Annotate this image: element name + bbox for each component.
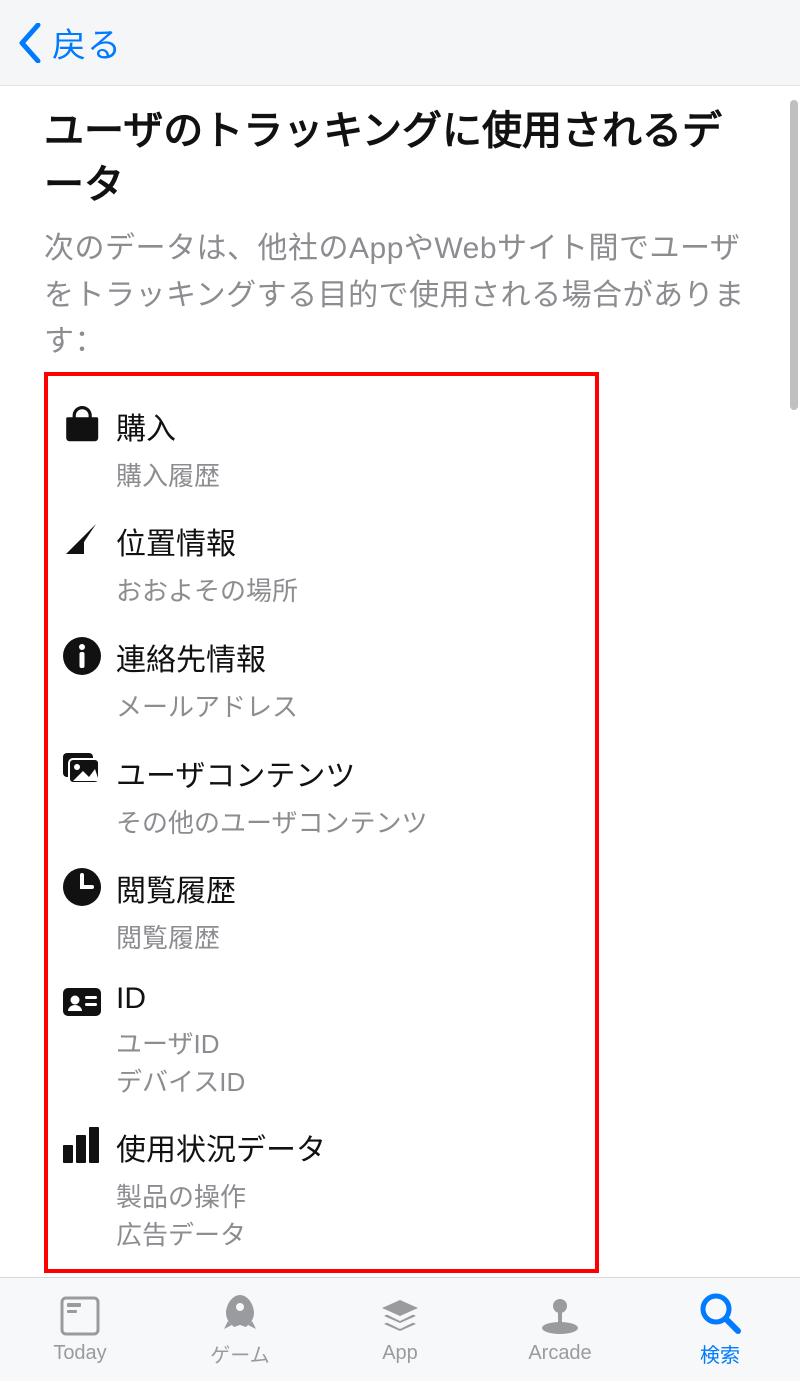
data-item-title: 閲覧履歴: [116, 866, 583, 910]
data-item-title: 連絡先情報: [116, 635, 583, 679]
tab-label: ゲーム: [210, 1339, 269, 1368]
data-item-sub: 広告データ: [116, 1217, 583, 1255]
content-area: ユーザのトラッキングに使用されるデータ 次のデータは、他社のAppやWebサイト…: [0, 86, 800, 1277]
tracking-data-list: 購入購入履歴位置情報おおよその場所連絡先情報メールアドレスユーザコンテンツその他…: [44, 372, 599, 1273]
joystick-icon: [538, 1294, 582, 1338]
data-item: 連絡先情報メールアドレス: [48, 635, 583, 727]
data-item-sub: 製品の操作: [116, 1179, 583, 1217]
tab-app[interactable]: App: [320, 1278, 480, 1381]
data-item-sub: 購入履歴: [116, 458, 583, 496]
data-item-title: 購入: [116, 404, 583, 448]
chevron-left-icon: [18, 23, 42, 63]
search-icon: [698, 1291, 742, 1335]
page-title: ユーザのトラッキングに使用されるデータ: [44, 104, 756, 212]
tab-label: Arcade: [528, 1342, 591, 1365]
layers-icon: [378, 1294, 422, 1338]
data-item: 購入購入履歴: [48, 404, 583, 496]
tabbar: Today ゲーム App Arcade 検索: [0, 1277, 800, 1381]
data-item: ユーザコンテンツその他のユーザコンテンツ: [48, 751, 583, 843]
today-icon: [58, 1294, 102, 1338]
data-item-sub: デバイスID: [116, 1064, 583, 1102]
rocket-icon: [218, 1291, 262, 1335]
tab-label: 検索: [700, 1339, 740, 1368]
navbar: 戻る: [0, 0, 800, 86]
data-item-sub: ユーザID: [116, 1026, 583, 1064]
scrollbar[interactable]: [790, 100, 798, 410]
tab-label: Today: [53, 1342, 106, 1365]
data-item-sub: 閲覧履歴: [116, 920, 583, 958]
data-item: 使用状況データ製品の操作広告データ: [48, 1125, 583, 1254]
data-item-title: 使用状況データ: [116, 1125, 583, 1169]
back-label: 戻る: [52, 18, 122, 67]
data-item: 位置情報おおよその場所: [48, 519, 583, 611]
photo-icon: [48, 751, 116, 791]
data-item: 閲覧履歴閲覧履歴: [48, 866, 583, 958]
data-item-sub: メールアドレス: [116, 689, 583, 727]
tab-arcade[interactable]: Arcade: [480, 1278, 640, 1381]
id-icon: [48, 982, 116, 1022]
info-icon: [48, 635, 116, 675]
page-description: 次のデータは、他社のAppやWebサイト間でユーザをトラッキングする目的で使用さ…: [44, 226, 756, 366]
tab-ゲーム[interactable]: ゲーム: [160, 1278, 320, 1381]
data-item-sub: おおよその場所: [116, 573, 583, 611]
clock-icon: [48, 866, 116, 906]
data-item-sub: その他のユーザコンテンツ: [116, 805, 583, 843]
data-item-title: ID: [116, 982, 583, 1016]
tab-検索[interactable]: 検索: [640, 1278, 800, 1381]
tab-label: App: [382, 1342, 418, 1365]
tab-today[interactable]: Today: [0, 1278, 160, 1381]
chart-icon: [48, 1125, 116, 1165]
data-item-title: 位置情報: [116, 519, 583, 563]
location-icon: [48, 519, 116, 559]
data-item-title: ユーザコンテンツ: [116, 751, 583, 795]
bag-icon: [48, 404, 116, 444]
data-item: ID ユーザIDデバイスID: [48, 982, 583, 1101]
back-button[interactable]: 戻る: [18, 18, 122, 67]
